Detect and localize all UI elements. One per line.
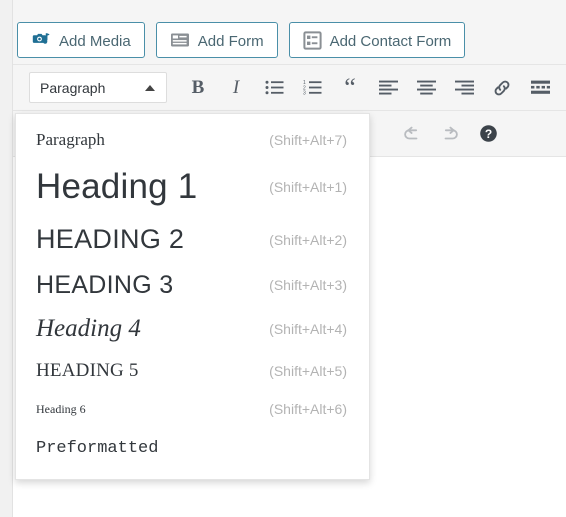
align-right-icon bbox=[454, 80, 474, 95]
align-left-icon bbox=[378, 80, 398, 95]
bulleted-list-button[interactable] bbox=[255, 70, 293, 106]
align-left-button[interactable] bbox=[369, 70, 407, 106]
format-menu-item-label: Heading 1 bbox=[36, 167, 198, 206]
format-menu-item-label: Heading 2 bbox=[36, 224, 185, 254]
undo-icon bbox=[402, 125, 422, 143]
format-menu-item-heading-3[interactable]: Heading 3 (Shift+Alt+3) bbox=[16, 263, 369, 307]
format-select[interactable]: Paragraph bbox=[29, 72, 167, 103]
format-menu-item-heading-6[interactable]: Heading 6 (Shift+Alt+6) bbox=[16, 391, 369, 427]
toolbar-row2-icons: ? bbox=[393, 116, 507, 152]
format-menu-item-label: Heading 4 bbox=[36, 315, 141, 342]
format-menu-item-heading-1[interactable]: Heading 1 (Shift+Alt+1) bbox=[16, 158, 369, 216]
redo-button[interactable] bbox=[431, 116, 469, 152]
bold-icon: B bbox=[191, 76, 205, 98]
form-list-icon bbox=[170, 32, 190, 48]
add-media-button[interactable]: Add Media bbox=[17, 22, 145, 58]
format-select-value: Paragraph bbox=[40, 79, 106, 96]
media-camera-note-icon bbox=[31, 30, 51, 50]
numbered-list-button[interactable]: 1 2 3 bbox=[293, 70, 331, 106]
blockquote-button[interactable]: “ bbox=[331, 70, 369, 106]
format-menu-item-heading-5[interactable]: Heading 5 (Shift+Alt+5) bbox=[16, 351, 369, 391]
italic-button[interactable]: I bbox=[217, 70, 255, 106]
format-menu-item-paragraph[interactable]: Paragraph (Shift+Alt+7) bbox=[16, 122, 369, 158]
read-more-icon bbox=[530, 80, 550, 95]
format-menu-item-label: Heading 6 bbox=[36, 401, 86, 416]
insert-read-more-button[interactable] bbox=[521, 70, 559, 106]
add-form-button[interactable]: Add Form bbox=[155, 22, 278, 58]
caret-up-icon bbox=[145, 85, 155, 91]
undo-button[interactable] bbox=[393, 116, 431, 152]
format-menu-item-heading-4[interactable]: Heading 4 (Shift+Alt+4) bbox=[16, 307, 369, 351]
toolbar-row1-icons: B I 1 2 3 “ bbox=[179, 70, 559, 106]
add-contact-form-button[interactable]: Add Contact Form bbox=[288, 22, 466, 58]
screen: Add Media Add Form Add Contact Form Para… bbox=[0, 0, 566, 517]
format-menu-item-label: Heading 3 bbox=[36, 270, 174, 299]
align-right-button[interactable] bbox=[445, 70, 483, 106]
align-center-icon bbox=[416, 80, 436, 95]
add-contact-form-label: Add Contact Form bbox=[329, 32, 452, 50]
bulleted-list-icon bbox=[265, 80, 284, 95]
add-media-label: Add Media bbox=[59, 32, 131, 50]
insert-link-button[interactable] bbox=[483, 70, 521, 106]
redo-icon bbox=[440, 125, 460, 143]
help-icon: ? bbox=[479, 124, 498, 143]
format-menu-item-shortcut: (Shift+Alt+3) bbox=[269, 277, 347, 293]
media-buttons-group: Add Media Add Form Add Contact Form bbox=[17, 22, 466, 58]
format-menu-item-shortcut: (Shift+Alt+4) bbox=[269, 321, 347, 337]
align-center-button[interactable] bbox=[407, 70, 445, 106]
svg-text:3: 3 bbox=[303, 91, 306, 95]
blockquote-icon: “ bbox=[344, 72, 356, 102]
format-menu-item-shortcut: (Shift+Alt+1) bbox=[269, 179, 347, 195]
format-menu-item-shortcut: (Shift+Alt+6) bbox=[269, 401, 347, 417]
format-menu-item-label: Paragraph bbox=[36, 130, 105, 149]
format-menu-item-heading-2[interactable]: Heading 2 (Shift+Alt+2) bbox=[16, 216, 369, 263]
format-menu-item-shortcut: (Shift+Alt+7) bbox=[269, 132, 347, 148]
svg-text:?: ? bbox=[484, 127, 491, 141]
format-toolbar-row-1: Paragraph B I 1 2 3 “ bbox=[13, 65, 566, 111]
format-menu-item-shortcut: (Shift+Alt+5) bbox=[269, 363, 347, 379]
format-menu-item-preformatted[interactable]: Preformatted bbox=[16, 427, 369, 469]
format-dropdown-menu: Paragraph (Shift+Alt+7) Heading 1 (Shift… bbox=[15, 113, 370, 480]
contact-form-icon bbox=[302, 30, 322, 50]
bold-button[interactable]: B bbox=[179, 70, 217, 106]
italic-icon: I bbox=[232, 76, 240, 98]
add-form-label: Add Form bbox=[197, 32, 264, 50]
format-menu-item-label: Heading 5 bbox=[36, 360, 139, 381]
numbered-list-icon: 1 2 3 bbox=[303, 80, 322, 95]
media-buttons-bar: Add Media Add Form Add Contact Form bbox=[13, 0, 566, 65]
link-icon bbox=[492, 78, 512, 98]
keyboard-shortcuts-help-button[interactable]: ? bbox=[469, 116, 507, 152]
format-menu-item-label: Preformatted bbox=[36, 438, 159, 458]
format-menu-item-shortcut: (Shift+Alt+2) bbox=[269, 231, 347, 248]
